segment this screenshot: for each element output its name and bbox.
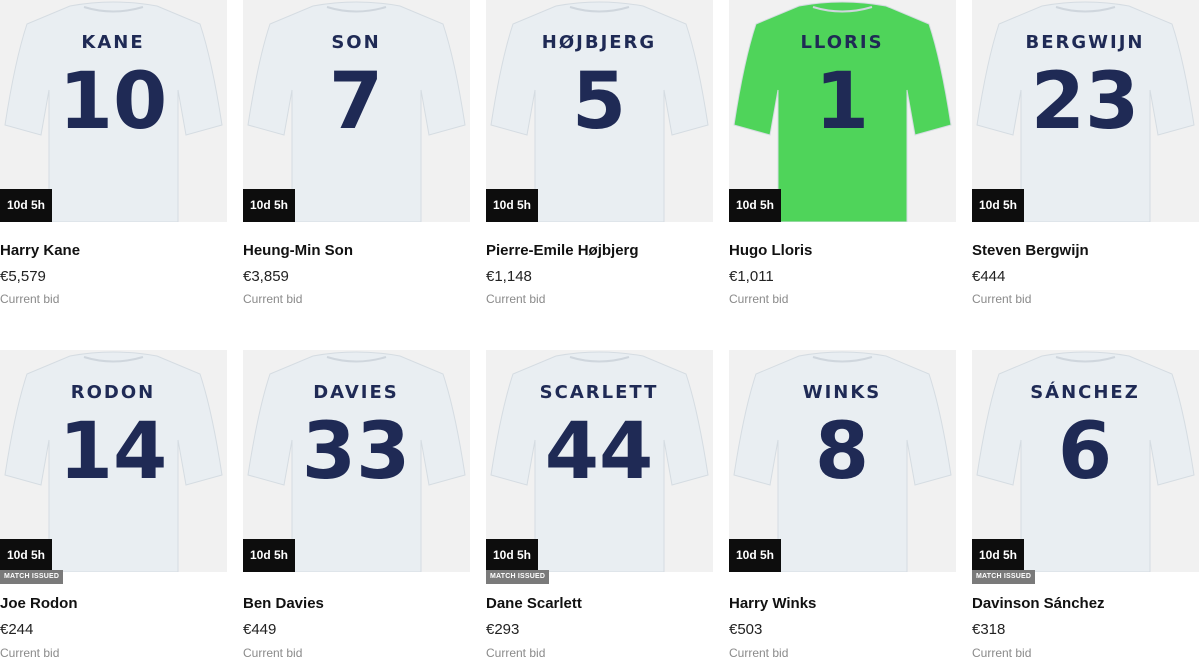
product-card[interactable]: SÁNCHEZ 6 10d 5h MATCH ISSUED Davinson Sánch… xyxy=(972,350,1199,660)
product-title[interactable]: Heung-Min Son xyxy=(243,242,353,259)
product-image[interactable]: HØJBJERG 5 10d 5h xyxy=(486,0,713,222)
jersey-name-text: HØJBJERG xyxy=(542,32,656,53)
jersey-number-text: 5 xyxy=(572,57,626,147)
auction-timer-badge: 10d 5h xyxy=(972,189,1025,222)
jersey-name-text: LLORIS xyxy=(800,32,883,53)
product-card[interactable]: BERGWIJN 23 10d 5h Steven Bergwijn €444 Curre… xyxy=(972,0,1199,306)
current-bid-price: €449 xyxy=(243,621,277,638)
current-bid-label: Current bid xyxy=(0,646,60,660)
product-title[interactable]: Steven Bergwijn xyxy=(972,242,1089,259)
current-bid-label: Current bid xyxy=(972,292,1032,306)
jersey-name-text: SCARLETT xyxy=(540,382,659,403)
auction-timer-badge: 10d 5h xyxy=(729,539,782,572)
current-bid-label: Current bid xyxy=(486,292,546,306)
product-card[interactable]: SON 7 10d 5h Heung-Min Son €3,859 Current bid xyxy=(243,0,470,306)
product-title[interactable]: Joe Rodon xyxy=(0,595,78,612)
jersey-name-text: SÁNCHEZ xyxy=(1030,381,1140,403)
product-title[interactable]: Davinson Sánchez xyxy=(972,595,1105,612)
product-card[interactable]: HØJBJERG 5 10d 5h Pierre-Emile Højbjerg €1,1… xyxy=(486,0,713,306)
jersey-number-text: 6 xyxy=(1058,407,1112,497)
product-card[interactable]: SCARLETT 44 10d 5h MATCH ISSUED Dane Scarlet… xyxy=(486,350,713,660)
product-title[interactable]: Dane Scarlett xyxy=(486,595,582,612)
current-bid-price: €444 xyxy=(972,268,1006,285)
product-image[interactable]: LLORIS 1 10d 5h xyxy=(729,0,956,222)
current-bid-label: Current bid xyxy=(729,292,789,306)
product-title[interactable]: Ben Davies xyxy=(243,595,324,612)
current-bid-price: €5,579 xyxy=(0,268,46,285)
jersey-number-text: 33 xyxy=(302,407,411,497)
jersey-number-text: 1 xyxy=(815,57,869,147)
current-bid-price: €1,148 xyxy=(486,268,532,285)
auction-timer-badge: 10d 5h xyxy=(486,189,539,222)
current-bid-label: Current bid xyxy=(486,646,546,660)
current-bid-label: Current bid xyxy=(729,646,789,660)
product-image[interactable]: SCARLETT 44 10d 5h xyxy=(486,350,713,572)
match-issued-badge: MATCH ISSUED xyxy=(486,570,550,584)
jersey-number-text: 23 xyxy=(1031,57,1140,147)
jersey-name-text: WINKS xyxy=(803,382,882,403)
jersey-number-text: 8 xyxy=(815,407,869,497)
current-bid-label: Current bid xyxy=(0,292,60,306)
jersey-number-text: 14 xyxy=(59,407,168,497)
product-image[interactable]: BERGWIJN 23 10d 5h xyxy=(972,0,1199,222)
auction-timer-badge: 10d 5h xyxy=(972,539,1025,572)
auction-timer-badge: 10d 5h xyxy=(0,539,53,572)
jersey-number-text: 44 xyxy=(545,407,654,497)
jersey-name-text: BERGWIJN xyxy=(1026,32,1145,53)
product-title[interactable]: Harry Kane xyxy=(0,242,80,259)
jersey-name-text: RODON xyxy=(71,382,155,403)
product-image[interactable]: KANE 10 10d 5h xyxy=(0,0,227,222)
jersey-name-text: KANE xyxy=(81,32,144,53)
product-grid: KANE 10 10d 5h Harry Kane €5,579 Current bid S… xyxy=(0,0,1200,668)
product-image[interactable]: WINKS 8 10d 5h xyxy=(729,350,956,572)
current-bid-price: €318 xyxy=(972,621,1006,638)
product-card[interactable]: LLORIS 1 10d 5h Hugo Lloris €1,011 Current bi… xyxy=(729,0,956,306)
product-card[interactable]: DAVIES 33 10d 5h Ben Davies €449 Current bid xyxy=(243,350,470,660)
current-bid-price: €244 xyxy=(0,621,34,638)
product-title[interactable]: Harry Winks xyxy=(729,595,816,612)
product-image[interactable]: SÁNCHEZ 6 10d 5h xyxy=(972,350,1199,572)
auction-timer-badge: 10d 5h xyxy=(486,539,539,572)
current-bid-price: €3,859 xyxy=(243,268,289,285)
product-image[interactable]: DAVIES 33 10d 5h xyxy=(243,350,470,572)
auction-timer-badge: 10d 5h xyxy=(243,189,296,222)
auction-timer-badge: 10d 5h xyxy=(0,189,53,222)
current-bid-label: Current bid xyxy=(243,646,303,660)
product-title[interactable]: Pierre-Emile Højbjerg xyxy=(486,242,639,259)
match-issued-badge: MATCH ISSUED xyxy=(0,570,64,584)
jersey-number-text: 10 xyxy=(59,57,168,147)
current-bid-price: €293 xyxy=(486,621,520,638)
product-title[interactable]: Hugo Lloris xyxy=(729,242,812,259)
current-bid-label: Current bid xyxy=(972,646,1032,660)
product-image[interactable]: SON 7 10d 5h xyxy=(243,0,470,222)
jersey-name-text: SON xyxy=(331,32,380,53)
current-bid-price: €503 xyxy=(729,621,763,638)
match-issued-badge: MATCH ISSUED xyxy=(972,570,1036,584)
current-bid-label: Current bid xyxy=(243,292,303,306)
product-card[interactable]: WINKS 8 10d 5h Harry Winks €503 Current bid xyxy=(729,350,956,660)
jersey-number-text: 7 xyxy=(329,57,383,147)
product-card[interactable]: RODON 14 10d 5h MATCH ISSUED Joe Rodon €244 Cu… xyxy=(0,350,227,660)
product-card[interactable]: KANE 10 10d 5h Harry Kane €5,579 Current bid xyxy=(0,0,227,306)
jersey-name-text: DAVIES xyxy=(313,382,399,403)
auction-timer-badge: 10d 5h xyxy=(243,539,296,572)
current-bid-price: €1,011 xyxy=(729,268,774,285)
auction-timer-badge: 10d 5h xyxy=(729,189,782,222)
product-image[interactable]: RODON 14 10d 5h xyxy=(0,350,227,572)
